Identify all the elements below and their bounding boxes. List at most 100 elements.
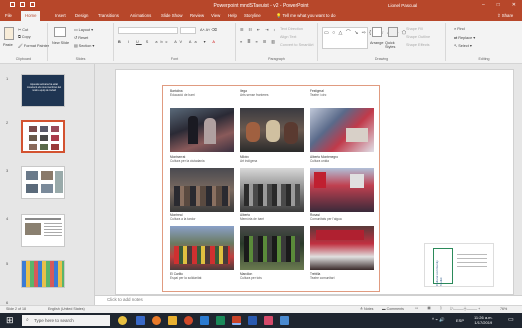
photo-3[interactable] bbox=[310, 108, 374, 152]
firefox-icon[interactable] bbox=[152, 316, 161, 325]
photo-6[interactable] bbox=[310, 168, 374, 212]
font-size-box[interactable] bbox=[180, 27, 196, 34]
shapes-gallery[interactable]: ▭ ○ △ ⌒ ↘ ⇨ { } ☆ ▱ ◇ ⬠ bbox=[322, 27, 406, 49]
tab-storyline[interactable]: Storyline bbox=[244, 13, 261, 18]
notes-pane[interactable]: Click to add notes bbox=[95, 295, 522, 305]
convert-smartart-button[interactable]: Convert to SmartArt bbox=[280, 43, 314, 47]
tab-insert[interactable]: Insert bbox=[55, 13, 66, 18]
caption-12[interactable]: Trebilla Teatre comunitari bbox=[310, 272, 334, 280]
new-slide-icon[interactable] bbox=[54, 27, 66, 37]
zoom-slider[interactable]: – ———┼——— + bbox=[450, 307, 480, 311]
caption-7[interactable]: Montreal Cultura a la tardor bbox=[170, 213, 196, 221]
window-controls[interactable]: – □ ✕ bbox=[482, 2, 516, 8]
mail-icon[interactable] bbox=[280, 316, 289, 325]
windows-start-icon[interactable]: ⊞ bbox=[6, 315, 14, 326]
align-buttons[interactable]: ≡ ≣ ≡ ☰ ▥ bbox=[240, 39, 277, 44]
taskbar-search[interactable]: ⌕ Type here to search bbox=[22, 315, 110, 326]
notification-icon[interactable]: ▭ bbox=[508, 316, 514, 323]
photo-2[interactable] bbox=[240, 108, 304, 152]
font-name-box[interactable] bbox=[118, 27, 178, 34]
tab-animations[interactable]: Animations bbox=[130, 13, 151, 18]
tab-help[interactable]: Help bbox=[228, 13, 237, 18]
close-icon[interactable]: ✕ bbox=[512, 2, 516, 8]
share-button[interactable]: ⇪ Share bbox=[497, 13, 513, 19]
tab-transitions[interactable]: Transitions bbox=[98, 13, 119, 18]
minimize-icon[interactable]: – bbox=[482, 2, 485, 8]
shape-outline-button[interactable]: Shape Outline bbox=[406, 35, 430, 39]
excel-icon[interactable] bbox=[216, 316, 225, 325]
slide-thumbnail-5[interactable] bbox=[21, 260, 65, 288]
cortana-icon[interactable] bbox=[118, 316, 127, 325]
font-format-buttons[interactable]: B I U S abc AV Aa ▾ A bbox=[118, 39, 218, 44]
tab-home[interactable]: Home bbox=[21, 11, 41, 21]
reset-button[interactable]: ↺ Reset bbox=[74, 35, 88, 40]
slide-thumbnail-2[interactable] bbox=[21, 120, 65, 153]
text-direction-button[interactable]: Text Direction bbox=[280, 27, 303, 31]
comments-button[interactable]: ▬ Comments bbox=[382, 307, 404, 311]
photo-1[interactable] bbox=[170, 108, 234, 152]
task-view-icon[interactable] bbox=[136, 316, 145, 325]
photo-8[interactable] bbox=[240, 226, 304, 270]
font-size-buttons[interactable]: A˄ A˅ ⌫ bbox=[200, 27, 217, 32]
language-status[interactable]: English (United States) bbox=[48, 307, 85, 311]
file-explorer-icon[interactable] bbox=[168, 316, 177, 325]
find-button[interactable]: ⌕ Find bbox=[454, 27, 465, 31]
tab-file[interactable]: File bbox=[5, 13, 12, 18]
clock[interactable]: 11:26 a.m. 1/17/2019 bbox=[474, 315, 493, 325]
tab-slide-show[interactable]: Slide Show bbox=[161, 13, 183, 18]
tab-review[interactable]: Review bbox=[190, 13, 204, 18]
caption-1[interactable]: Bartolina Educació de barri bbox=[170, 89, 195, 97]
caption-10[interactable]: El Carlito Espai per la solidaritat bbox=[170, 272, 201, 280]
word-icon[interactable] bbox=[248, 316, 257, 325]
user-name[interactable]: Lionel Pascual bbox=[388, 3, 417, 8]
paste-button[interactable]: Paste bbox=[3, 43, 13, 47]
caption-8[interactable]: Alberto Memòria de barri bbox=[240, 213, 264, 221]
new-slide-button[interactable]: New Slide bbox=[52, 41, 70, 45]
photo-4[interactable] bbox=[170, 168, 234, 212]
arrange-button[interactable]: Arrange bbox=[370, 41, 384, 45]
slide-thumbnail-4[interactable] bbox=[21, 214, 65, 247]
photo-7[interactable] bbox=[170, 226, 234, 270]
side-logo-image[interactable]: Cultural community Toolkit bbox=[424, 243, 494, 287]
caption-11[interactable]: Mandlon Cultura per tots bbox=[240, 272, 262, 280]
replace-button[interactable]: ⇄ Replace ▾ bbox=[454, 35, 475, 40]
shape-effects-button[interactable]: Shape Effects bbox=[406, 43, 430, 47]
quick-styles-button[interactable]: Quick Styles bbox=[385, 41, 403, 49]
powerpoint-icon[interactable] bbox=[232, 316, 241, 325]
list-buttons[interactable]: ☰ ☷ ⇤ ⇥ ↕ bbox=[240, 27, 277, 32]
zoom-level[interactable]: 76% bbox=[500, 307, 507, 311]
slide-thumbnail-pane[interactable]: 1 Aquesta setmana ha estat coneixent els… bbox=[0, 64, 95, 305]
format-painter-button[interactable]: 🖌 Format Painter bbox=[18, 43, 49, 48]
arrange-icon[interactable] bbox=[372, 27, 382, 37]
caption-2[interactable]: Ilega Arts sense fronteres bbox=[240, 89, 269, 97]
quick-styles-icon[interactable] bbox=[388, 27, 398, 37]
paste-icon[interactable] bbox=[4, 27, 14, 40]
tab-design[interactable]: Design bbox=[75, 13, 88, 18]
layout-button[interactable]: ▭ Layout ▾ bbox=[74, 27, 93, 32]
cut-button[interactable]: ✂ Cut bbox=[18, 27, 28, 32]
system-tray-icons[interactable]: ^ ⌁ 🔊 bbox=[432, 317, 445, 323]
notes-button[interactable]: ≙ Notes bbox=[360, 307, 373, 311]
slide-thumbnail-3[interactable] bbox=[21, 166, 65, 199]
section-button[interactable]: ▤ Section ▾ bbox=[74, 43, 94, 48]
tell-me-box[interactable]: 💡 Tell me what you want to do bbox=[276, 13, 336, 19]
store-icon[interactable] bbox=[200, 316, 209, 325]
select-button[interactable]: ↖ Select ▾ bbox=[454, 43, 472, 48]
app-icon[interactable] bbox=[264, 316, 273, 325]
input-language[interactable]: ESP bbox=[456, 318, 464, 323]
caption-3[interactable]: Festigmal Teatre i circ bbox=[310, 89, 326, 97]
shape-fill-button[interactable]: Shape Fill bbox=[406, 27, 423, 31]
slide-content[interactable]: Bartolina Educació de barri Ilega Arts sen… bbox=[162, 85, 380, 292]
caption-4[interactable]: Montserrat Cultura per la ciutadania bbox=[170, 155, 205, 163]
chrome-icon[interactable] bbox=[184, 316, 193, 325]
photo-9[interactable] bbox=[310, 226, 374, 270]
maximize-icon[interactable]: □ bbox=[497, 2, 500, 8]
copy-button[interactable]: ⧉ Copy bbox=[18, 35, 31, 39]
caption-9[interactable]: Rosasi Comunitats per l'aigua bbox=[310, 213, 342, 221]
tab-view[interactable]: View bbox=[211, 13, 220, 18]
photo-5[interactable] bbox=[240, 168, 304, 212]
align-text-button[interactable]: Align Text bbox=[280, 35, 296, 39]
slide-thumbnail-1[interactable]: Aquesta setmana ha estat coneixent els n… bbox=[21, 74, 65, 107]
caption-5[interactable]: Milvirc Art indígena bbox=[240, 155, 257, 163]
caption-6[interactable]: Alberto Montenegro Cultura unida bbox=[310, 155, 338, 163]
